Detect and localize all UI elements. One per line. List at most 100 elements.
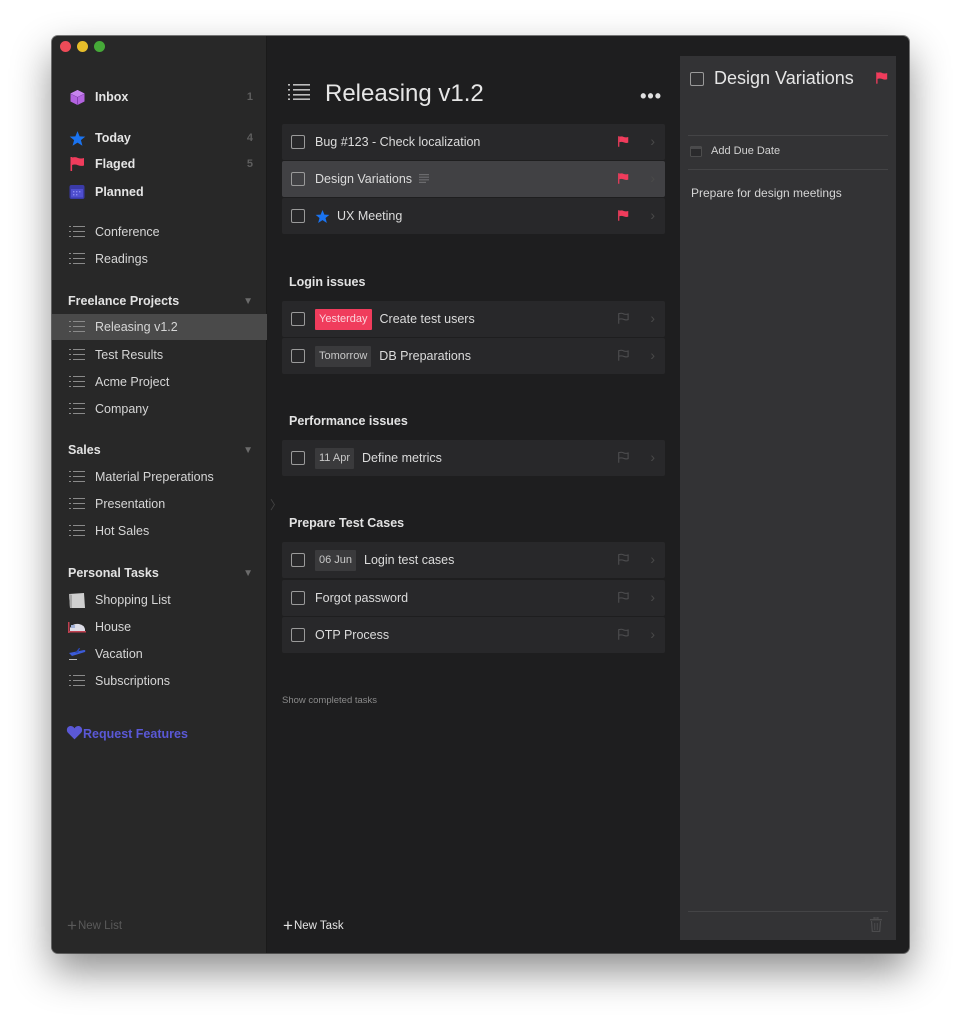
collapse-caret-icon[interactable]: ▼ <box>243 445 253 456</box>
sidebar-item-subscriptions[interactable]: Subscriptions <box>52 668 267 694</box>
sidebar-item-shopping-list[interactable]: Shopping List <box>52 587 267 613</box>
window-controls <box>60 41 105 52</box>
airplane-icon <box>68 646 86 662</box>
task-checkbox[interactable] <box>291 591 305 605</box>
request-features-link[interactable]: Request Features <box>66 725 188 743</box>
flag-icon[interactable] <box>875 71 888 90</box>
new-list-button[interactable]: + New List <box>67 917 122 934</box>
sidebar-item-conference[interactable]: Conference <box>52 219 267 245</box>
add-due-date-button[interactable]: Add Due Date <box>690 145 780 157</box>
sidebar-item-company[interactable]: Company <box>52 396 267 422</box>
group-header-personal-tasks[interactable]: Personal Tasks ▼ <box>68 563 253 583</box>
calendar-icon <box>690 145 702 157</box>
task-checkbox[interactable] <box>291 172 305 186</box>
sidebar-item-releasing-v1-2[interactable]: Releasing v1.2 <box>52 314 267 340</box>
task-row[interactable]: Design Variations › <box>282 161 665 197</box>
task-name: OTP Process <box>315 628 390 642</box>
task-checkbox[interactable] <box>291 628 305 642</box>
task-row[interactable]: UX Meeting › <box>282 198 665 234</box>
task-checkbox[interactable] <box>291 349 305 363</box>
sidebar-item-today[interactable]: Today 4 <box>52 125 267 151</box>
more-options-button[interactable]: ••• <box>640 86 662 107</box>
flag-outline-icon[interactable] <box>617 349 629 367</box>
task-checkbox[interactable] <box>291 451 305 465</box>
task-notes[interactable]: Prepare for design meetings <box>691 186 842 200</box>
chevron-right-icon[interactable]: › <box>650 589 655 605</box>
sidebar-item-inbox[interactable]: Inbox 1 <box>52 84 267 110</box>
chevron-right-icon[interactable]: › <box>650 310 655 326</box>
list-icon <box>68 251 86 267</box>
flag-outline-icon[interactable] <box>617 628 629 646</box>
group-header-sales[interactable]: Sales ▼ <box>68 440 253 460</box>
sidebar-item-flaged[interactable]: Flaged 5 <box>52 151 267 177</box>
task-row[interactable]: 06 Jun Login test cases › <box>282 542 665 578</box>
section-title: Prepare Test Cases <box>289 516 405 530</box>
due-date-badge: 06 Jun <box>315 549 357 571</box>
task-row[interactable]: Tomorrow DB Preparations › <box>282 338 665 374</box>
chevron-right-icon[interactable]: › <box>650 449 655 465</box>
detail-task-title[interactable]: Design Variations <box>714 66 864 90</box>
flag-icon[interactable] <box>617 209 629 227</box>
chevron-right-icon[interactable]: › <box>650 170 655 186</box>
new-list-label: New List <box>77 919 123 932</box>
sidebar-item-presentation[interactable]: Presentation <box>52 491 267 517</box>
sidebar-item-material-preperations[interactable]: Material Preperations <box>52 464 267 490</box>
sidebar-item-label: Readings <box>95 252 148 266</box>
divider <box>688 135 888 136</box>
close-window-button[interactable] <box>60 41 71 52</box>
maximize-window-button[interactable] <box>94 41 105 52</box>
request-features-label: Request Features <box>83 727 188 741</box>
sidebar-item-acme-project[interactable]: Acme Project <box>52 369 267 395</box>
sidebar-item-hot-sales[interactable]: Hot Sales <box>52 518 267 544</box>
sidebar-item-house[interactable]: House <box>52 614 267 640</box>
chevron-right-icon[interactable]: › <box>650 207 655 223</box>
sidebar-item-label: Conference <box>95 225 160 239</box>
chevron-right-icon[interactable]: › <box>650 133 655 149</box>
flag-icon[interactable] <box>617 135 629 153</box>
sidebar-item-readings[interactable]: Readings <box>52 246 267 272</box>
detail-task-checkbox[interactable] <box>690 72 704 86</box>
chevron-right-icon[interactable]: › <box>650 347 655 363</box>
task-row[interactable]: Bug #123 - Check localization › <box>282 124 665 160</box>
sidebar-item-label: Planned <box>95 185 144 199</box>
task-checkbox[interactable] <box>291 553 305 567</box>
sidebar-item-vacation[interactable]: Vacation <box>52 641 267 667</box>
collapse-caret-icon[interactable]: ▼ <box>243 296 253 307</box>
sidebar-toggle-chevron-icon[interactable]: 〉 <box>270 496 282 513</box>
chevron-right-icon[interactable]: › <box>650 551 655 567</box>
task-row[interactable]: Yesterday Create test users › <box>282 301 665 337</box>
flag-icon[interactable] <box>617 172 629 190</box>
task-checkbox[interactable] <box>291 135 305 149</box>
new-task-button[interactable]: + New Task <box>283 917 344 934</box>
calendar-icon <box>68 184 86 200</box>
list-icon <box>288 83 310 105</box>
item-count: 1 <box>246 91 253 103</box>
task-name: Define metrics <box>362 451 442 465</box>
flag-outline-icon[interactable] <box>617 312 629 330</box>
task-checkbox[interactable] <box>291 209 305 223</box>
minimize-window-button[interactable] <box>77 41 88 52</box>
task-list-pane: 〉 Releasing v1.2 ••• Bug #123 - Check lo… <box>267 36 680 953</box>
task-checkbox[interactable] <box>291 312 305 326</box>
star-icon <box>315 209 330 224</box>
task-name: Bug #123 - Check localization <box>315 135 481 149</box>
sidebar-item-label: House <box>95 620 132 634</box>
sidebar-item-test-results[interactable]: Test Results <box>52 342 267 368</box>
task-row[interactable]: Forgot password › <box>282 580 665 616</box>
item-count: 5 <box>246 158 253 170</box>
collapse-caret-icon[interactable]: ▼ <box>243 568 253 579</box>
trash-icon[interactable] <box>870 916 882 937</box>
task-row[interactable]: OTP Process › <box>282 617 665 653</box>
task-name: DB Preparations <box>379 349 472 363</box>
group-header-freelance-projects[interactable]: Freelance Projects ▼ <box>68 291 253 311</box>
show-completed-tasks-link[interactable]: Show completed tasks <box>282 695 377 706</box>
flag-outline-icon[interactable] <box>617 451 629 469</box>
task-row[interactable]: 11 Apr Define metrics › <box>282 440 665 476</box>
flag-outline-icon[interactable] <box>617 591 629 609</box>
chevron-right-icon[interactable]: › <box>650 626 655 642</box>
sidebar-item-planned[interactable]: Planned <box>52 179 267 205</box>
list-icon <box>68 496 86 512</box>
flag-outline-icon[interactable] <box>617 553 629 571</box>
list-icon <box>68 401 86 417</box>
divider <box>688 169 888 170</box>
